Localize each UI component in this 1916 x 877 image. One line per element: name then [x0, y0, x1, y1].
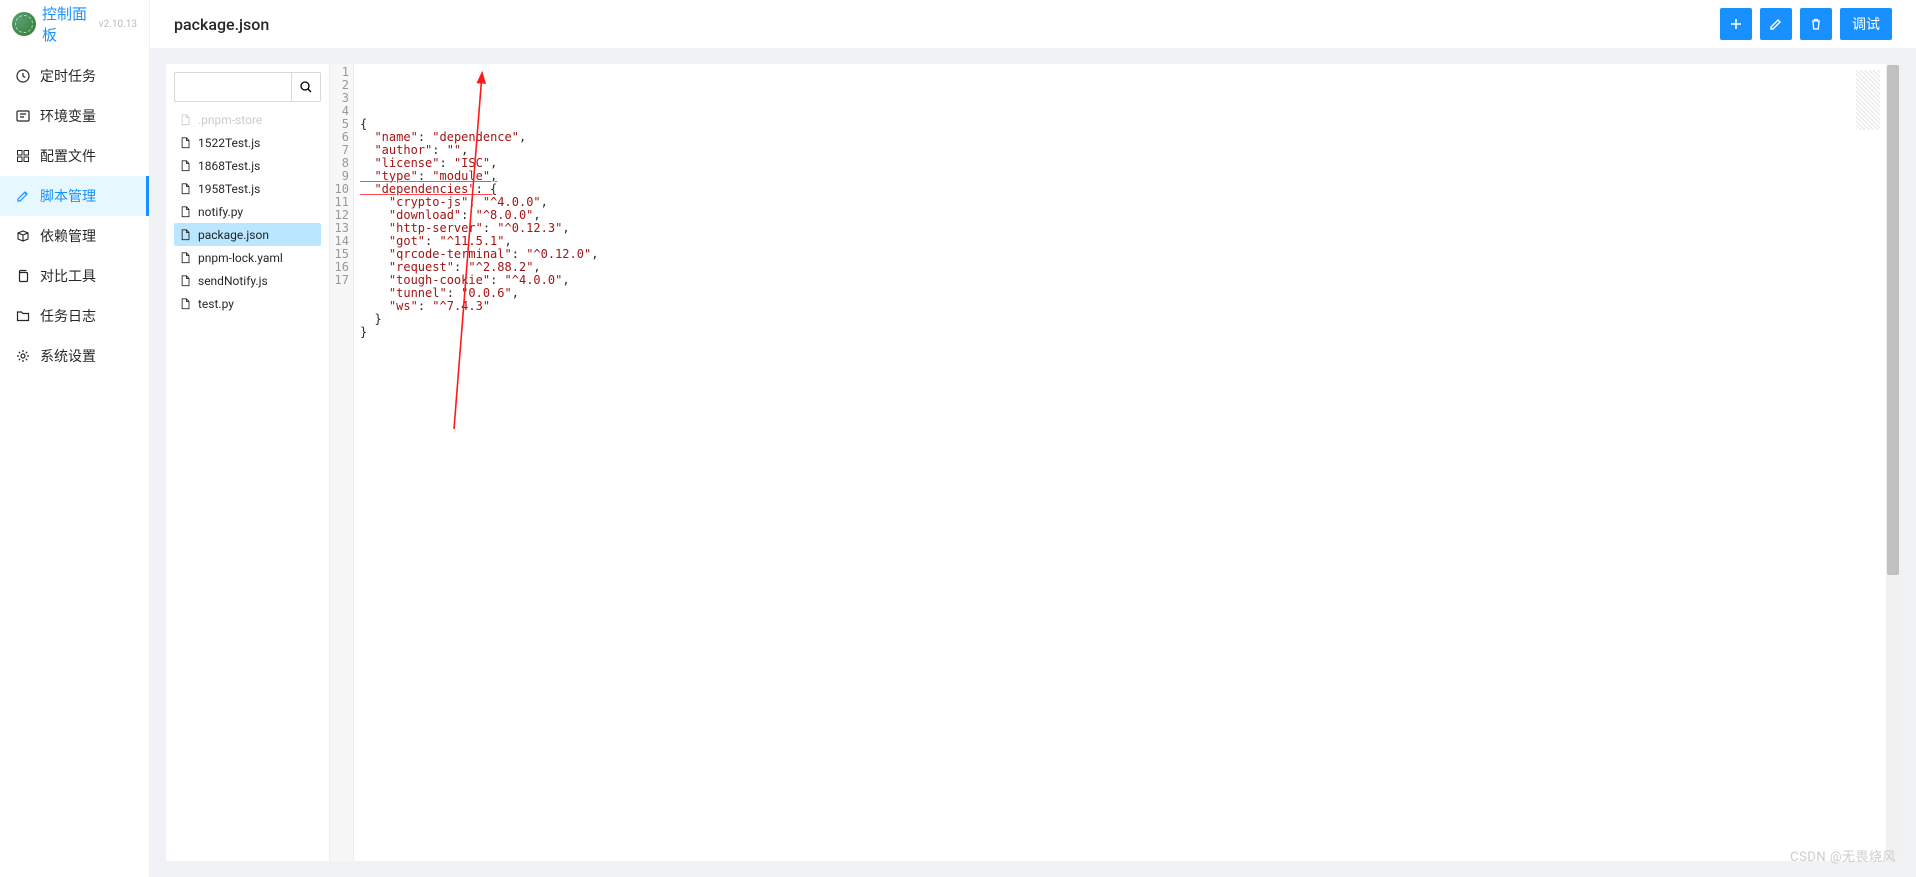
sidebar-item-setting[interactable]: 系统设置 [0, 336, 149, 376]
file-item[interactable]: 1868Test.js [174, 154, 321, 177]
file-list: .pnpm-store 1522Test.js 1868Test.js 1958Tes… [174, 108, 321, 315]
file-name: .pnpm-store [198, 113, 262, 127]
content: .pnpm-store 1522Test.js 1868Test.js 1958Tes… [166, 64, 1900, 861]
sidebar-item-label: 任务日志 [40, 306, 96, 326]
search-button[interactable] [291, 72, 321, 102]
code-line: "http-server": "^0.12.3", [360, 222, 1894, 235]
watermark: CSDN @无畏烧风 [1790, 846, 1896, 865]
code-line: "ws": "^7.4.3" [360, 300, 1894, 313]
sidebar: 控制面板 v2.10.13 定时任务环境变量配置文件脚本管理依赖管理对比工具任务… [0, 0, 150, 877]
editor: 1234567891011121314151617 { "name": "dep… [330, 64, 1900, 861]
sidebar-item-env[interactable]: 环境变量 [0, 96, 149, 136]
sidebar-item-label: 脚本管理 [40, 186, 96, 206]
code-line: "dependencies": { [360, 183, 1894, 196]
code-line: "tough-cookie": "^4.0.0", [360, 274, 1894, 287]
code-line: "type": "module", [360, 170, 1894, 183]
sidebar-item-cron[interactable]: 定时任务 [0, 56, 149, 96]
folder-icon [16, 309, 30, 323]
minimap [1856, 70, 1880, 130]
file-icon [180, 252, 192, 264]
add-button[interactable] [1720, 8, 1752, 40]
file-item[interactable]: sendNotify.js [174, 269, 321, 292]
file-icon [180, 160, 192, 172]
code-line: "author": "", [360, 144, 1894, 157]
brand-version: v2.10.13 [99, 19, 137, 30]
code-line: "license": "ISC", [360, 157, 1894, 170]
delete-button[interactable] [1800, 8, 1832, 40]
gear-icon [16, 349, 30, 363]
file-item[interactable]: 1958Test.js [174, 177, 321, 200]
file-name: sendNotify.js [198, 274, 268, 288]
code-line: "qrcode-terminal": "^0.12.0", [360, 248, 1894, 261]
sidebar-item-label: 系统设置 [40, 346, 96, 366]
sidebar-item-label: 环境变量 [40, 106, 96, 126]
code-line: { [360, 118, 1894, 131]
file-name: test.py [198, 297, 234, 311]
sidebar-item-label: 对比工具 [40, 266, 96, 286]
code-line: } [360, 326, 1894, 339]
page-title: package.json [174, 15, 269, 34]
edit-button[interactable] [1760, 8, 1792, 40]
main: package.json 调试 .pnpm-store 1522Test.js 18… [150, 0, 1916, 877]
sidebar-item-script[interactable]: 脚本管理 [0, 176, 149, 216]
sidebar-item-diff[interactable]: 对比工具 [0, 256, 149, 296]
copy-icon [16, 269, 30, 283]
sidebar-item-label: 配置文件 [40, 146, 96, 166]
search-box [174, 72, 321, 102]
file-name: package.json [198, 228, 269, 242]
header-actions: 调试 [1720, 8, 1892, 40]
file-icon [180, 206, 192, 218]
sidebar-item-log[interactable]: 任务日志 [0, 296, 149, 336]
file-item[interactable]: .pnpm-store [174, 108, 321, 131]
file-item[interactable]: test.py [174, 292, 321, 315]
search-input[interactable] [174, 72, 291, 102]
sidebar-item-dep[interactable]: 依赖管理 [0, 216, 149, 256]
edit-icon [16, 189, 30, 203]
sidebar-menu: 定时任务环境变量配置文件脚本管理依赖管理对比工具任务日志系统设置 [0, 48, 149, 376]
code-line: "name": "dependence", [360, 131, 1894, 144]
line-number: 17 [332, 274, 349, 287]
field-icon [16, 109, 30, 123]
sidebar-item-label: 定时任务 [40, 66, 96, 86]
file-icon [180, 229, 192, 241]
code-line: "download": "^8.0.0", [360, 209, 1894, 222]
sidebar-item-label: 依赖管理 [40, 226, 96, 246]
box-icon [16, 229, 30, 243]
file-icon [180, 114, 192, 126]
file-icon [180, 275, 192, 287]
file-icon [180, 137, 192, 149]
file-item[interactable]: package.json [174, 223, 321, 246]
brand-title: 控制面板 [42, 3, 97, 45]
code-line: "crypto-js": "^4.0.0", [360, 196, 1894, 209]
file-icon [180, 183, 192, 195]
clock-icon [16, 69, 30, 83]
file-icon [180, 298, 192, 310]
code-line: "tunnel": "0.0.6", [360, 287, 1894, 300]
file-name: 1868Test.js [198, 159, 260, 173]
file-item[interactable]: pnpm-lock.yaml [174, 246, 321, 269]
file-name: 1522Test.js [198, 136, 260, 150]
brand-logo [12, 12, 36, 36]
code-line: } [360, 313, 1894, 326]
scrollbar[interactable] [1886, 64, 1900, 861]
file-item[interactable]: notify.py [174, 200, 321, 223]
file-name: 1958Test.js [198, 182, 260, 196]
file-panel: .pnpm-store 1522Test.js 1868Test.js 1958Tes… [166, 64, 330, 861]
brand: 控制面板 v2.10.13 [0, 0, 149, 48]
header: package.json 调试 [150, 0, 1916, 48]
file-name: notify.py [198, 205, 243, 219]
debug-button[interactable]: 调试 [1840, 8, 1892, 40]
file-item[interactable]: 1522Test.js [174, 131, 321, 154]
editor-code-area[interactable]: { "name": "dependence", "author": "", "l… [354, 64, 1900, 861]
code-line: "request": "^2.88.2", [360, 261, 1894, 274]
scrollbar-thumb[interactable] [1887, 65, 1899, 575]
editor-gutter: 1234567891011121314151617 [330, 64, 354, 861]
grid-icon [16, 149, 30, 163]
sidebar-item-config[interactable]: 配置文件 [0, 136, 149, 176]
file-name: pnpm-lock.yaml [198, 251, 283, 265]
